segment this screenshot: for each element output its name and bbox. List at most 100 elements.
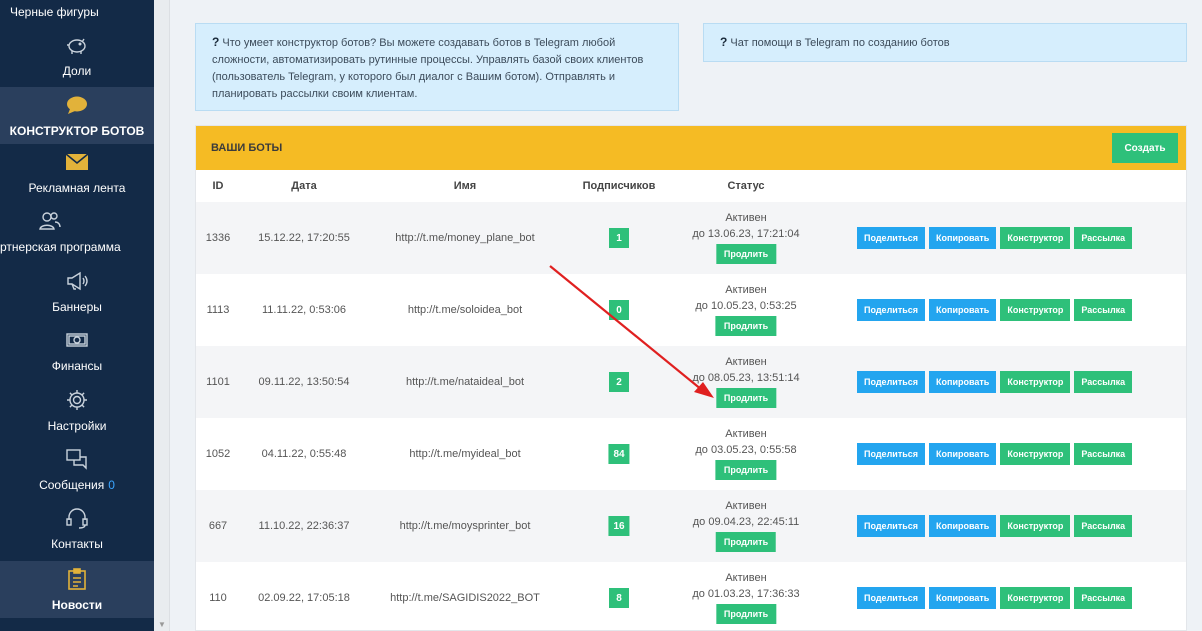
headset-icon bbox=[64, 505, 90, 531]
row-actions: Поделиться Копировать Конструктор Рассыл… bbox=[857, 227, 1133, 249]
sidebar-item-contacts[interactable]: Контакты bbox=[0, 502, 154, 557]
sidebar: Черные фигуры Доли КОНСТРУКТОР БОТОВ Рек… bbox=[0, 0, 154, 631]
sidebar-item-shares[interactable]: Доли bbox=[0, 27, 154, 84]
bot-id: 1101 bbox=[206, 376, 230, 388]
copy-button[interactable]: Копировать bbox=[929, 515, 997, 537]
info-box-help[interactable]: ? Чат помощи в Telegram по созданию бото… bbox=[703, 23, 1187, 62]
share-button[interactable]: Поделиться bbox=[857, 227, 926, 249]
bot-date: 02.09.22, 17:05:18 bbox=[258, 592, 350, 604]
sidebar-item-ad-feed[interactable]: Рекламная лента bbox=[0, 146, 154, 201]
mailing-button[interactable]: Рассылка bbox=[1074, 371, 1133, 393]
sidebar-item-label: Финансы bbox=[51, 359, 103, 373]
sidebar-item-partner-program[interactable]: ртнерская программа bbox=[0, 205, 154, 260]
bot-status: Активен до 03.05.23, 0:55:58 Продлить bbox=[695, 426, 797, 480]
bot-link[interactable]: http://t.me/nataideal_bot bbox=[406, 376, 524, 388]
chat-bubble-icon bbox=[64, 92, 90, 118]
subscribers-badge: 2 bbox=[609, 372, 629, 392]
table-row: 1052 04.11.22, 0:55:48 http://t.me/myide… bbox=[196, 418, 1186, 490]
status-text: Активен bbox=[725, 428, 767, 440]
bot-status: Активен до 10.05.23, 0:53:25 Продлить bbox=[695, 282, 797, 336]
bot-status: Активен до 01.03.23, 17:36:33 Продлить bbox=[692, 570, 800, 624]
scroll-down-arrow-icon[interactable]: ▼ bbox=[158, 620, 166, 629]
mailing-button[interactable]: Рассылка bbox=[1074, 299, 1133, 321]
share-button[interactable]: Поделиться bbox=[857, 371, 926, 393]
copy-button[interactable]: Копировать bbox=[929, 587, 997, 609]
bot-date: 09.11.22, 13:50:54 bbox=[258, 376, 350, 388]
mailing-button[interactable]: Рассылка bbox=[1074, 227, 1133, 249]
copy-button[interactable]: Копировать bbox=[929, 227, 997, 249]
subscribers-badge: 0 bbox=[609, 300, 629, 320]
sidebar-item-messages[interactable]: Сообщения 0 bbox=[0, 443, 154, 498]
status-text: Активен bbox=[725, 500, 767, 512]
subscribers-badge: 84 bbox=[608, 444, 630, 464]
users-icon bbox=[37, 208, 63, 234]
share-button[interactable]: Поделиться bbox=[857, 299, 926, 321]
bot-date: 04.11.22, 0:55:48 bbox=[261, 448, 347, 460]
table-row: 667 11.10.22, 22:36:37 http://t.me/moysp… bbox=[196, 490, 1186, 562]
sidebar-item-label: Настройки bbox=[47, 419, 107, 433]
mailing-button[interactable]: Рассылка bbox=[1074, 443, 1133, 465]
status-until: до 03.05.23, 0:55:58 bbox=[695, 444, 797, 456]
mailing-button[interactable]: Рассылка bbox=[1074, 587, 1133, 609]
bot-link[interactable]: http://t.me/soloidea_bot bbox=[408, 304, 522, 316]
row-actions: Поделиться Копировать Конструктор Рассыл… bbox=[857, 371, 1133, 393]
page-scrollbar[interactable]: ▼ bbox=[154, 0, 170, 631]
create-bot-button[interactable]: Создать bbox=[1112, 133, 1178, 163]
bot-link[interactable]: http://t.me/moysprinter_bot bbox=[400, 520, 531, 532]
constructor-button[interactable]: Конструктор bbox=[1000, 227, 1071, 249]
subscribers-badge: 16 bbox=[608, 516, 630, 536]
envelope-icon bbox=[64, 149, 90, 175]
bot-link[interactable]: http://t.me/money_plane_bot bbox=[395, 232, 534, 244]
constructor-button[interactable]: Конструктор bbox=[1000, 299, 1071, 321]
panel-title: ВАШИ БОТЫ bbox=[211, 142, 283, 154]
constructor-button[interactable]: Конструктор bbox=[1000, 515, 1071, 537]
extend-button[interactable]: Продлить bbox=[715, 316, 777, 336]
bot-link[interactable]: http://t.me/myideal_bot bbox=[409, 448, 520, 460]
sidebar-item-label: Новости bbox=[51, 598, 103, 612]
bot-id: 1113 bbox=[206, 304, 230, 316]
constructor-button[interactable]: Конструктор bbox=[1000, 443, 1071, 465]
sidebar-item-bot-constructor[interactable]: КОНСТРУКТОР БОТОВ bbox=[0, 87, 154, 144]
bot-date: 11.10.22, 22:36:37 bbox=[258, 520, 350, 532]
info-text: Что умеет конструктор ботов? Вы можете с… bbox=[212, 37, 644, 100]
copy-button[interactable]: Копировать bbox=[929, 371, 997, 393]
row-actions: Поделиться Копировать Конструктор Рассыл… bbox=[857, 443, 1133, 465]
sidebar-item-label: КОНСТРУКТОР БОТОВ bbox=[9, 124, 145, 138]
bot-link[interactable]: http://t.me/SAGIDIS2022_BOT bbox=[390, 592, 540, 604]
help-chat-link[interactable]: Чат помощи в Telegram по созданию ботов bbox=[727, 37, 949, 49]
constructor-button[interactable]: Конструктор bbox=[1000, 587, 1071, 609]
extend-button[interactable]: Продлить bbox=[715, 460, 777, 480]
constructor-button[interactable]: Конструктор bbox=[1000, 371, 1071, 393]
gear-icon bbox=[64, 387, 90, 413]
sidebar-item-settings[interactable]: Настройки bbox=[0, 384, 154, 439]
extend-button[interactable]: Продлить bbox=[715, 388, 777, 408]
bot-status: Активен до 08.05.23, 13:51:14 Продлить bbox=[692, 354, 800, 408]
sidebar-item-banners[interactable]: Баннеры bbox=[0, 265, 154, 320]
table-row: 1113 11.11.22, 0:53:06 http://t.me/soloi… bbox=[196, 274, 1186, 346]
share-button[interactable]: Поделиться bbox=[857, 587, 926, 609]
table-row: 1101 09.11.22, 13:50:54 http://t.me/nata… bbox=[196, 346, 1186, 418]
sidebar-item-news[interactable]: Новости bbox=[0, 561, 154, 618]
mailing-button[interactable]: Рассылка bbox=[1074, 515, 1133, 537]
bots-panel: ВАШИ БОТЫ Создать ID Дата Имя Подписчико… bbox=[195, 125, 1187, 631]
extend-button[interactable]: Продлить bbox=[715, 532, 777, 552]
sidebar-item-finance[interactable]: Финансы bbox=[0, 324, 154, 379]
table-row: 1336 15.12.22, 17:20:55 http://t.me/mone… bbox=[196, 202, 1186, 274]
share-button[interactable]: Поделиться bbox=[857, 443, 926, 465]
copy-button[interactable]: Копировать bbox=[929, 443, 997, 465]
col-date: Дата bbox=[291, 180, 317, 192]
sidebar-item-label: Баннеры bbox=[52, 300, 102, 314]
status-until: до 01.03.23, 17:36:33 bbox=[692, 588, 800, 600]
megaphone-icon bbox=[64, 268, 90, 294]
sidebar-item-label: Рекламная лента bbox=[28, 181, 126, 195]
status-until: до 10.05.23, 0:53:25 bbox=[695, 300, 797, 312]
row-actions: Поделиться Копировать Конструктор Рассыл… bbox=[857, 587, 1133, 609]
extend-button[interactable]: Продлить bbox=[715, 244, 777, 264]
copy-button[interactable]: Копировать bbox=[929, 299, 997, 321]
share-button[interactable]: Поделиться bbox=[857, 515, 926, 537]
sidebar-item-black-figures[interactable]: Черные фигуры bbox=[0, 0, 154, 24]
subscribers-badge: 8 bbox=[609, 588, 629, 608]
info-box-about: ? Что умеет конструктор ботов? Вы можете… bbox=[195, 23, 679, 111]
bot-id: 110 bbox=[209, 592, 227, 604]
extend-button[interactable]: Продлить bbox=[715, 604, 777, 624]
